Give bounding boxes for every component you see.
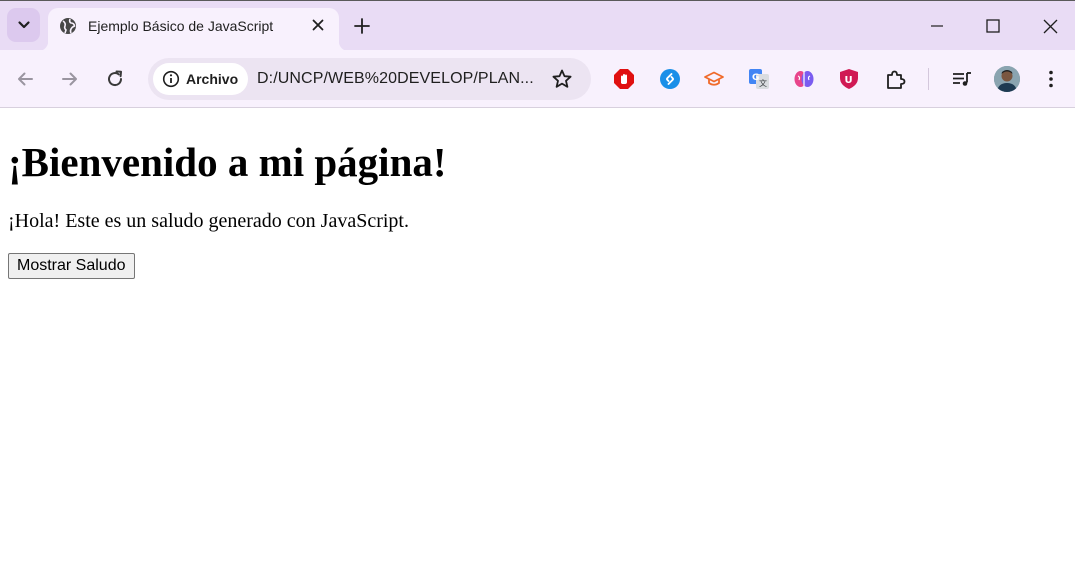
svg-text:文: 文 <box>759 78 767 88</box>
playlist-music-icon <box>953 72 971 86</box>
tab-search-button[interactable] <box>7 8 40 42</box>
shazam-extension[interactable] <box>658 67 682 91</box>
shazam-icon <box>660 69 680 89</box>
url-text[interactable]: D:/UNCP/WEB%20DEVELOP/PLAN... <box>257 70 534 88</box>
toolbar-separator <box>928 68 929 90</box>
profile-avatar[interactable] <box>994 66 1020 92</box>
browser-toolbar: Archivo D:/UNCP/WEB%20DEVELOP/PLAN... G <box>0 50 1075 108</box>
reload-icon <box>108 70 123 87</box>
graduation-cap-icon <box>704 71 724 86</box>
google-translate-icon: G 文 <box>749 69 769 89</box>
address-bar[interactable]: Archivo D:/UNCP/WEB%20DEVELOP/PLAN... <box>148 58 591 100</box>
ublock-extension[interactable]: U <box>837 67 861 91</box>
greeting-paragraph: ¡Hola! Este es un saludo generado con Ja… <box>8 210 409 232</box>
google-translate-extension[interactable]: G 文 <box>747 67 771 91</box>
close-tab-icon[interactable] <box>310 17 326 33</box>
site-info-label: Archivo <box>186 71 239 87</box>
svg-text:U: U <box>845 75 853 86</box>
ublock-icon: U <box>840 69 858 89</box>
reload-button[interactable] <box>104 68 126 90</box>
graduation-extension[interactable] <box>702 67 726 91</box>
brain-icon <box>794 71 814 87</box>
active-tab[interactable]: Ejemplo Básico de JavaScript <box>38 8 349 51</box>
arrow-right-icon <box>62 72 77 86</box>
puzzle-icon <box>887 70 906 89</box>
minimize-icon <box>931 25 943 27</box>
more-vertical-icon <box>1049 70 1053 88</box>
avatar-image <box>994 66 1020 92</box>
forward-button[interactable] <box>59 68 81 90</box>
info-icon <box>162 70 180 88</box>
show-greeting-button[interactable]: Mostrar Saludo <box>8 253 135 279</box>
chrome-menu-button[interactable] <box>1039 67 1063 91</box>
back-button[interactable] <box>14 68 36 90</box>
maximize-icon <box>986 19 1000 33</box>
media-controls-button[interactable] <box>950 67 974 91</box>
new-tab-plus-icon[interactable] <box>353 17 371 35</box>
brain-extension[interactable] <box>792 67 816 91</box>
bookmark-star-icon[interactable] <box>551 68 573 90</box>
chevron-down-icon <box>17 21 30 29</box>
minimize-button[interactable] <box>914 11 960 41</box>
close-icon <box>1043 19 1057 33</box>
arrow-left-icon <box>18 72 33 86</box>
tab-title: Ejemplo Básico de JavaScript <box>88 18 274 34</box>
adblock-extension[interactable] <box>612 67 636 91</box>
globe-icon <box>60 18 76 34</box>
adblock-icon <box>614 69 634 89</box>
page-heading: ¡Bienvenido a mi página! <box>8 139 447 185</box>
tab-strip: Ejemplo Básico de JavaScript <box>0 0 1075 51</box>
extensions-button[interactable] <box>883 67 907 91</box>
maximize-button[interactable] <box>970 11 1016 41</box>
web-page-content: ¡Bienvenido a mi página! ¡Hola! Este es … <box>0 109 1075 578</box>
close-window-button[interactable] <box>1027 11 1073 41</box>
